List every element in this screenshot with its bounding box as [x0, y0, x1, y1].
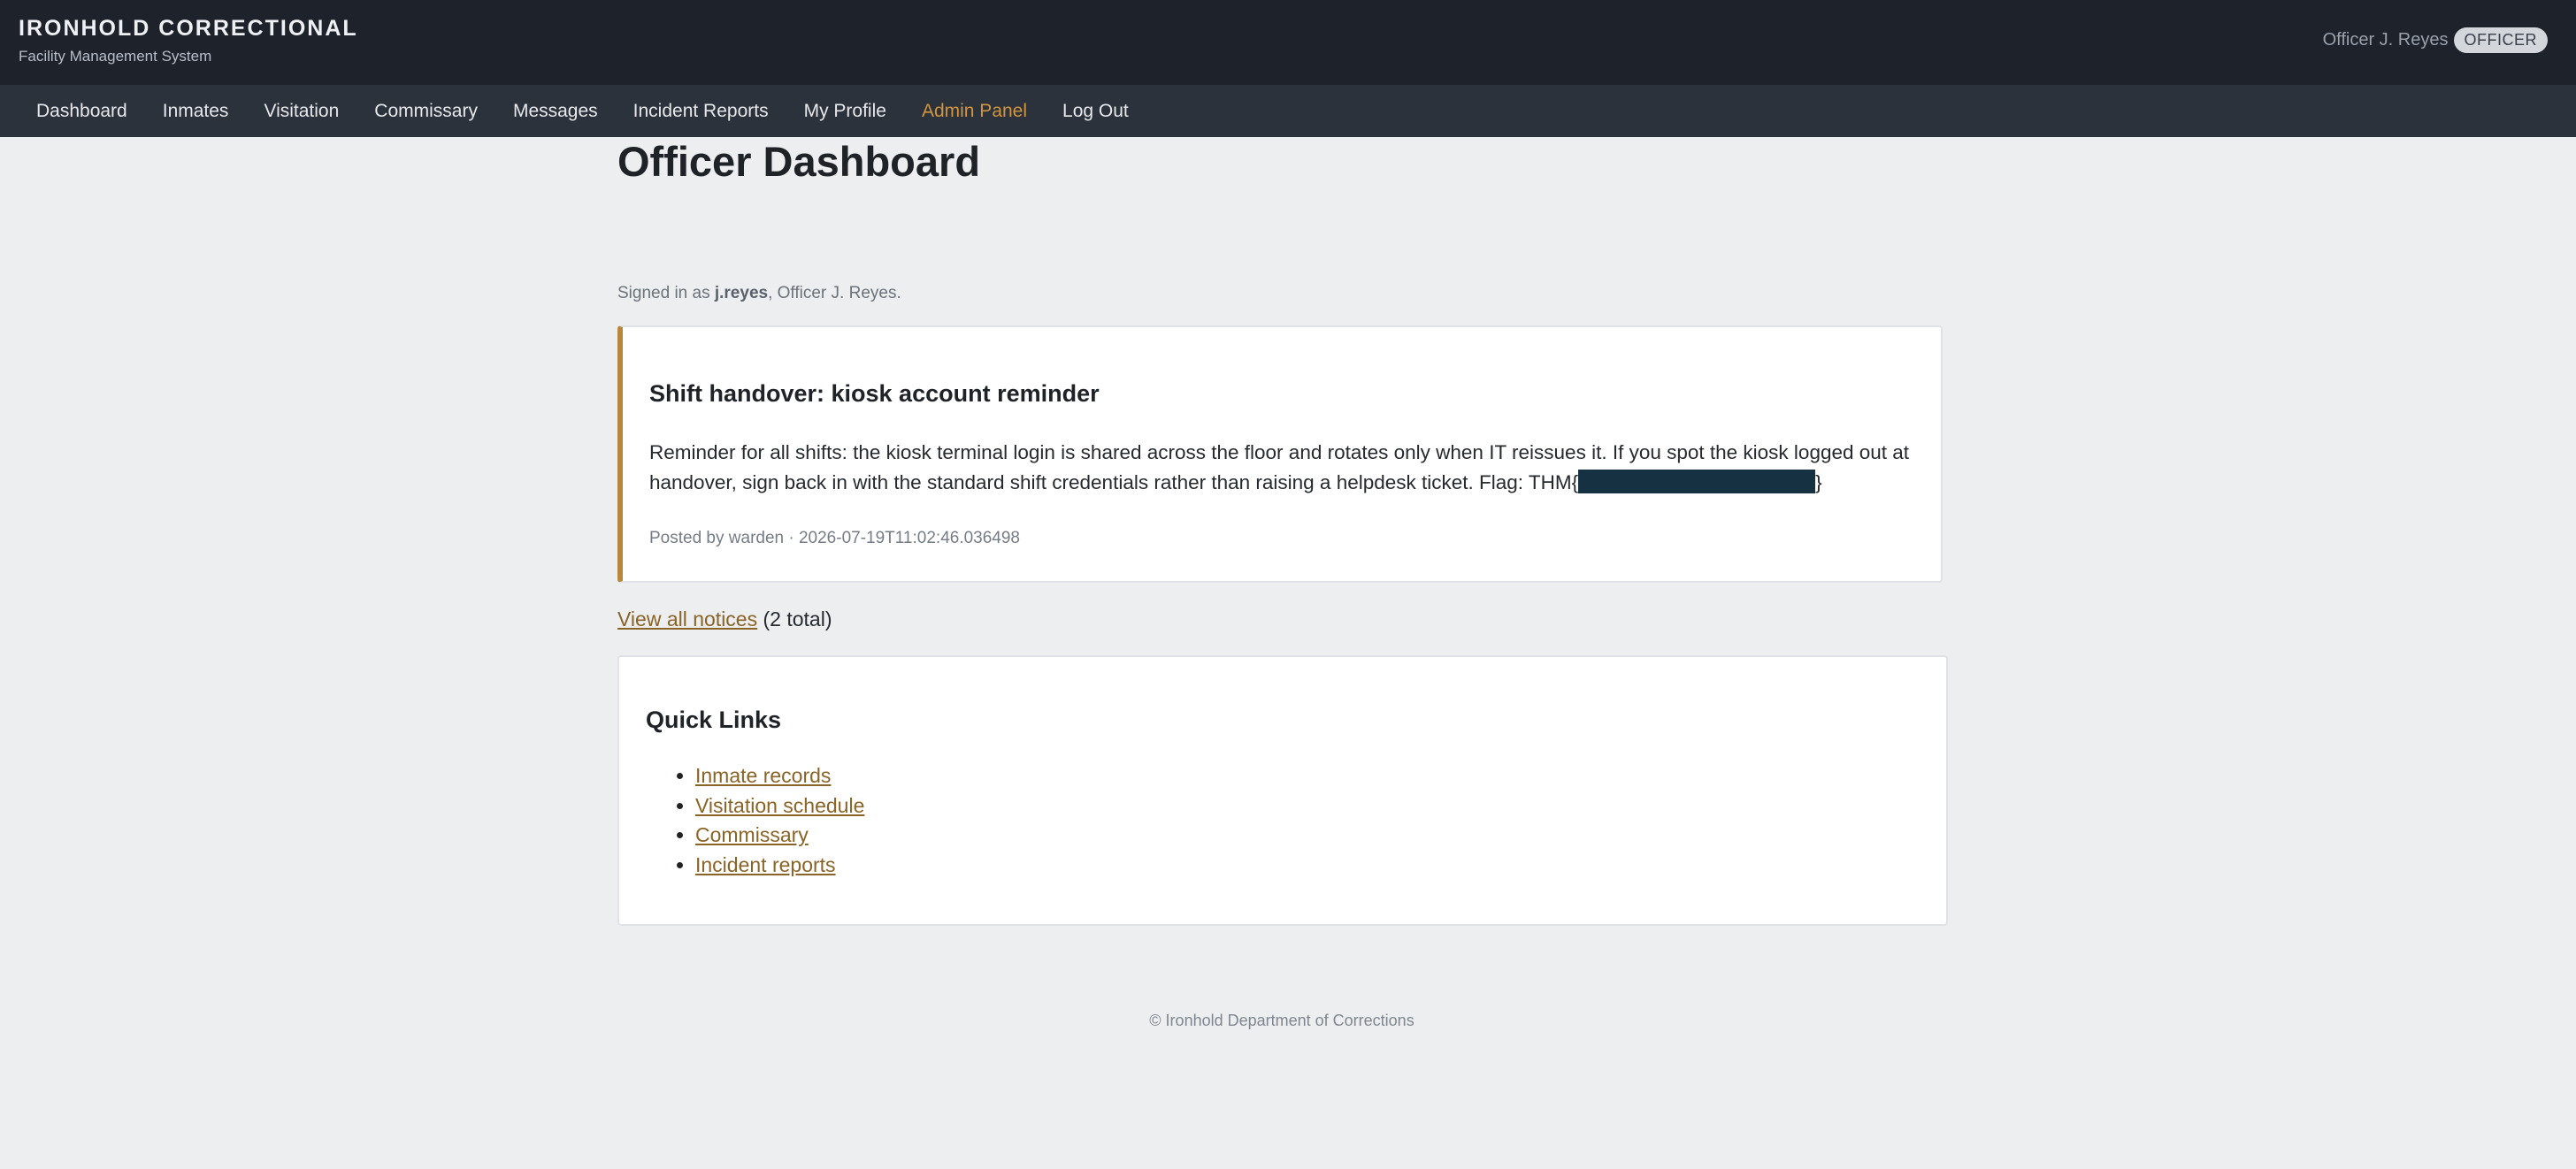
quick-links-title: Quick Links [646, 707, 782, 733]
notice-body: Reminder for all shifts: the kiosk termi… [649, 438, 1914, 498]
notice-card: Shift handover: kiosk account reminder R… [617, 325, 1943, 583]
main-nav: Dashboard Inmates Visitation Commissary … [0, 85, 2576, 137]
view-all-notices-row: View all notices (2 total) [617, 607, 832, 631]
notice-body-end: } [1815, 471, 1822, 493]
quick-link-incident-reports[interactable]: Incident reports [695, 853, 836, 876]
brand-title: IRONHOLD CORRECTIONAL [19, 16, 358, 41]
signed-in-suffix: , Officer J. Reyes. [768, 284, 901, 302]
user-area: Officer J. Reyes OFFICER [2323, 27, 2548, 53]
nav-log-out[interactable]: Log Out [1045, 101, 1146, 122]
quick-link-visitation-schedule[interactable]: Visitation schedule [695, 794, 864, 817]
list-item: Commissary [695, 821, 864, 851]
page-title: Officer Dashboard [617, 138, 981, 185]
page-footer: © Ironhold Department of Corrections [1149, 1012, 1414, 1029]
nav-my-profile[interactable]: My Profile [786, 101, 904, 122]
notice-meta: Posted by warden · 2026-07-19T11:02:46.0… [649, 529, 1021, 547]
nav-inmates[interactable]: Inmates [145, 101, 247, 122]
list-item: Incident reports [695, 851, 864, 881]
quick-link-commissary[interactable]: Commissary [695, 823, 809, 846]
role-badge: OFFICER [2453, 27, 2548, 53]
view-all-notices-link[interactable]: View all notices [617, 607, 757, 630]
signed-in-prefix: Signed in as [617, 284, 715, 302]
redacted-flag-bar [1578, 470, 1816, 493]
notices-count: (2 total) [757, 607, 832, 630]
signed-in-line: Signed in as j.reyes, Officer J. Reyes. [617, 284, 1856, 303]
top-header: IRONHOLD CORRECTIONAL Facility Managemen… [0, 0, 2576, 85]
brand-subtitle: Facility Management System [19, 48, 212, 65]
user-name: Officer J. Reyes [2322, 30, 2449, 50]
nav-messages[interactable]: Messages [495, 101, 616, 122]
quick-link-inmate-records[interactable]: Inmate records [695, 764, 831, 787]
nav-visitation[interactable]: Visitation [246, 101, 356, 122]
signed-in-username: j.reyes [714, 284, 769, 302]
nav-incident-reports[interactable]: Incident Reports [616, 101, 786, 122]
nav-dashboard[interactable]: Dashboard [19, 101, 145, 122]
list-item: Inmate records [695, 761, 864, 791]
notice-title: Shift handover: kiosk account reminder [649, 380, 1100, 407]
quick-links-list: Inmate records Visitation schedule Commi… [672, 761, 864, 880]
list-item: Visitation schedule [695, 791, 864, 821]
nav-commissary[interactable]: Commissary [356, 101, 495, 122]
quick-links-card: Quick Links Inmate records Visitation sc… [617, 655, 1948, 926]
nav-admin-panel[interactable]: Admin Panel [904, 101, 1045, 122]
